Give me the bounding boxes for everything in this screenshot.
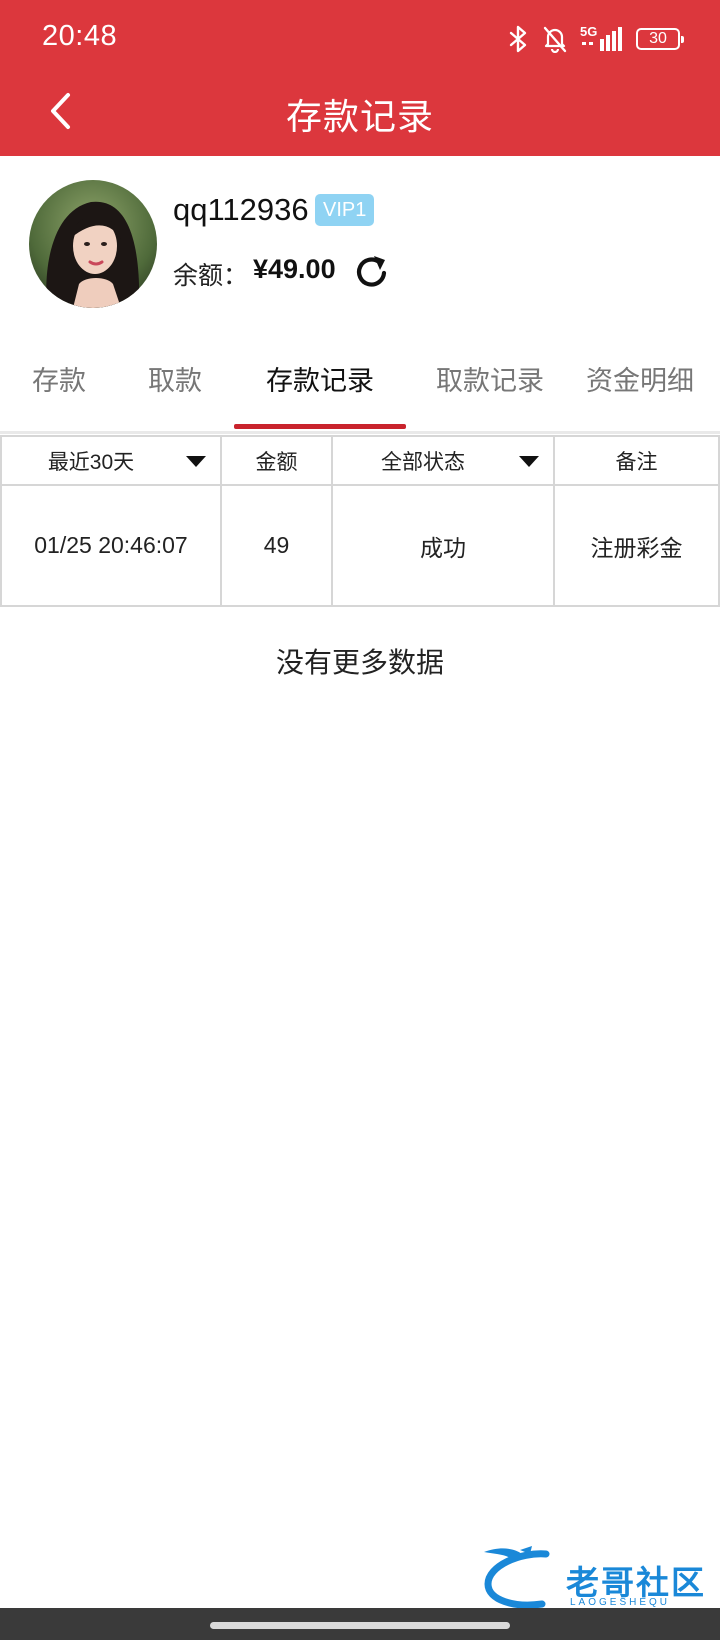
balance-label: 余额： xyxy=(173,262,249,290)
amount-header-label: 金额 xyxy=(255,450,298,474)
status-filter-dropdown[interactable]: 全部状态 xyxy=(333,437,555,484)
watermark-subtext: LAOGESHEQU xyxy=(570,1597,671,1608)
username: qq112936 xyxy=(173,192,309,227)
balance-value: ¥49.00 xyxy=(253,254,336,284)
caret-down-icon xyxy=(519,456,539,467)
tab-active-indicator xyxy=(234,424,406,429)
amount-header: 金额 xyxy=(222,437,333,484)
tab-withdraw-records[interactable]: 取款记录 xyxy=(420,340,560,430)
tab-deposit[interactable]: 存款 xyxy=(16,340,102,430)
system-nav-bar xyxy=(0,1608,720,1640)
caret-down-icon xyxy=(186,456,206,467)
record-remark-cell: 注册彩金 xyxy=(555,486,720,605)
refresh-icon xyxy=(356,256,387,287)
bell-off-icon xyxy=(543,26,567,53)
refresh-button[interactable] xyxy=(352,252,392,292)
tab-fund-details[interactable]: 资金明细 xyxy=(586,340,720,430)
profile-section: qq112936 VIP1 余额： ¥49.00 xyxy=(0,156,720,316)
records-table: 最近30天 金额 全部状态 备注 01/25 20:46:07 49 成功 注册… xyxy=(0,435,720,607)
record-time: 01/25 20:46:07 xyxy=(34,532,188,558)
remark-header-label: 备注 xyxy=(615,450,658,474)
status-icons: 5G 30 xyxy=(508,22,684,56)
status-filter-label: 全部状态 xyxy=(381,450,465,474)
vip-badge: VIP1 xyxy=(315,194,375,226)
table-row[interactable]: 01/25 20:46:07 49 成功 注册彩金 xyxy=(0,486,720,607)
tab-divider xyxy=(0,431,720,434)
record-remark: 注册彩金 xyxy=(590,534,683,561)
signal-icon: 5G xyxy=(580,24,624,53)
record-time-cell: 01/25 20:46:07 xyxy=(0,486,222,605)
status-time: 20:48 xyxy=(42,20,118,52)
app-header: 20:48 5G 30 存款记录 xyxy=(0,0,720,156)
record-status: 成功 xyxy=(420,534,466,561)
no-more-data-text: 没有更多数据 xyxy=(275,647,444,678)
page-title: 存款记录 xyxy=(285,96,434,137)
date-filter-dropdown[interactable]: 最近30天 xyxy=(0,437,222,484)
record-status-cell: 成功 xyxy=(333,486,555,605)
battery-level: 30 xyxy=(649,30,667,47)
record-amount: 49 xyxy=(263,532,290,558)
remark-header: 备注 xyxy=(555,437,720,484)
tab-bar: 存款 取款 存款记录 取款记录 资金明细 xyxy=(0,340,720,430)
date-filter-label: 最近30天 xyxy=(47,450,135,474)
battery-icon: 30 xyxy=(636,28,684,50)
home-indicator[interactable] xyxy=(210,1622,510,1629)
table-header-row: 最近30天 金额 全部状态 备注 xyxy=(0,435,720,486)
avatar[interactable] xyxy=(29,180,157,308)
record-amount-cell: 49 xyxy=(222,486,333,605)
tab-deposit-records[interactable]: 存款记录 xyxy=(234,340,406,430)
bluetooth-icon xyxy=(509,25,527,53)
tab-withdraw[interactable]: 取款 xyxy=(132,340,218,430)
